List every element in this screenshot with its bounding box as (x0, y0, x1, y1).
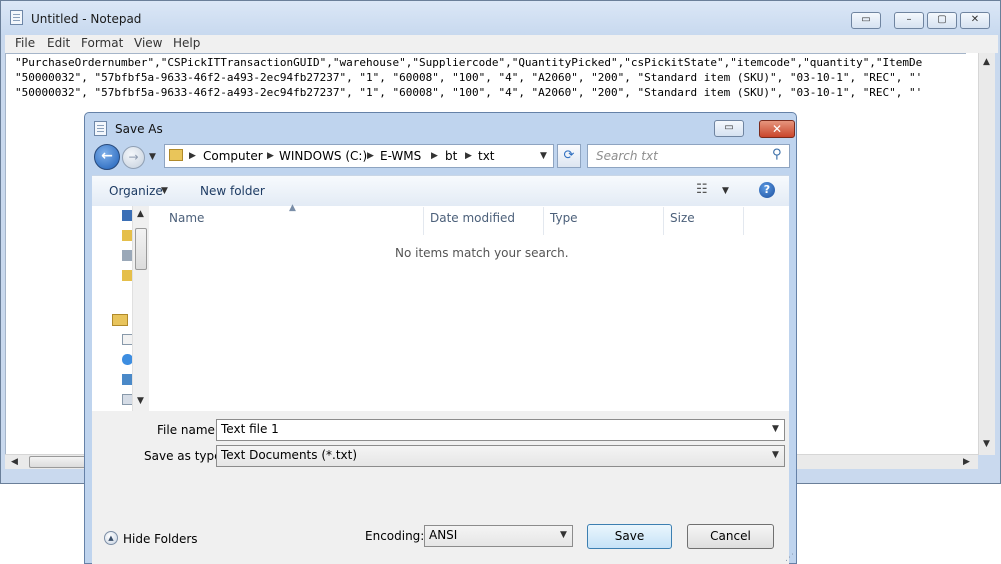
breadcrumb-e-wms[interactable]: E-WMS (380, 149, 421, 163)
resize-grip-icon[interactable]: ⋰ (785, 553, 794, 563)
empty-message: No items match your search. (395, 246, 569, 260)
view-dropdown-icon[interactable]: ▼ (722, 186, 729, 196)
menu-view[interactable]: View (134, 35, 162, 51)
dialog-close-button[interactable]: ✕ (759, 120, 795, 138)
menu-edit[interactable]: Edit (47, 35, 70, 51)
menu-format[interactable]: Format (81, 35, 123, 51)
search-icon[interactable]: ⚲ (772, 147, 782, 162)
address-dropdown-icon[interactable]: ▼ (540, 151, 547, 161)
chevron-right-icon[interactable]: ▶ (367, 151, 374, 161)
chevron-right-icon[interactable]: ▶ (465, 151, 472, 161)
new-folder-button[interactable]: New folder (200, 184, 265, 198)
search-placeholder: Search txt (596, 149, 658, 163)
breadcrumb-windows-c[interactable]: WINDOWS (C:) (279, 149, 367, 163)
vertical-scrollbar[interactable]: ▲ ▼ (978, 53, 995, 455)
cancel-button[interactable]: Cancel (687, 524, 774, 549)
chevron-right-icon[interactable]: ▶ (431, 151, 438, 161)
nav-scrollbar[interactable]: ▲ ▼ (132, 206, 149, 411)
chevron-right-icon[interactable]: ▶ (267, 151, 274, 161)
file-name-label: File name: (157, 423, 219, 437)
scroll-up-icon[interactable]: ▲ (137, 209, 144, 219)
save-as-type-select[interactable]: Text Documents (*.txt) ▼ (216, 445, 785, 467)
file-name-value: Text file 1 (221, 422, 279, 436)
breadcrumb-bt[interactable]: bt (445, 149, 457, 163)
encoding-value: ANSI (429, 528, 458, 542)
maximize-button[interactable]: ▢ (927, 12, 957, 29)
notepad-title: Untitled - Notepad (31, 12, 142, 26)
scroll-right-icon[interactable]: ▶ (963, 457, 970, 467)
save-as-dialog: Save As ▭ ✕ ← → ▼ ▶ Computer ▶ WINDOWS (… (84, 112, 797, 564)
chevron-right-icon[interactable]: ▶ (189, 151, 196, 161)
text-line: "50000032", "57bfbf5a-9633-46f2-a493-2ec… (15, 71, 923, 84)
search-input[interactable]: Search txt ⚲ (587, 144, 790, 168)
organize-button[interactable]: Organize (109, 184, 163, 198)
text-line: "PurchaseOrdernumber","CSPickITTransacti… (15, 56, 923, 69)
restore-tab-icon[interactable]: ▭ (714, 120, 744, 137)
column-type[interactable]: Type (550, 211, 578, 225)
encoding-dropdown-icon[interactable]: ▼ (560, 526, 567, 544)
dialog-title: Save As (115, 122, 163, 136)
dialog-titlebar[interactable]: Save As ▭ ✕ (85, 113, 796, 143)
forward-button[interactable]: → (122, 146, 145, 169)
help-icon[interactable]: ? (759, 182, 775, 198)
column-name[interactable]: Name (169, 211, 204, 225)
encoding-label: Encoding: (365, 529, 425, 543)
save-as-type-value: Text Documents (*.txt) (221, 448, 358, 462)
view-options-icon[interactable]: ☷ (696, 182, 708, 197)
save-as-type-dropdown-icon[interactable]: ▼ (772, 446, 779, 464)
command-bar: Organize ▼ New folder ☷ ▼ ? (92, 175, 789, 206)
restore-tab-icon[interactable]: ▭ (851, 12, 881, 29)
close-button[interactable]: ✕ (960, 12, 990, 29)
menu-help[interactable]: Help (173, 35, 200, 51)
libraries-icon[interactable] (112, 314, 128, 326)
hide-folders-icon[interactable]: ▲ (104, 531, 118, 545)
refresh-icon[interactable]: ⟳ (557, 144, 581, 168)
minimize-button[interactable]: – (894, 12, 924, 29)
save-button[interactable]: Save (587, 524, 672, 549)
scroll-up-icon[interactable]: ▲ (983, 57, 990, 67)
file-name-dropdown-icon[interactable]: ▼ (772, 420, 779, 438)
notepad-titlebar[interactable]: Untitled - Notepad ▭ – ▢ ✕ (1, 1, 1000, 35)
column-size[interactable]: Size (670, 211, 695, 225)
file-list[interactable] (92, 206, 789, 411)
recent-locations-icon[interactable]: ▼ (149, 152, 156, 162)
file-name-input[interactable]: Text file 1 ▼ (216, 419, 785, 441)
text-line: "50000032", "57bfbf5a-9633-46f2-a493-2ec… (15, 86, 923, 99)
hide-folders-button[interactable]: Hide Folders (123, 532, 198, 546)
menu-file[interactable]: File (15, 35, 35, 51)
scroll-left-icon[interactable]: ◀ (11, 457, 18, 467)
notepad-icon (94, 121, 107, 136)
notepad-icon (10, 10, 23, 25)
scroll-down-icon[interactable]: ▼ (137, 396, 144, 406)
address-bar[interactable]: ▶ Computer ▶ WINDOWS (C:) ▶ E-WMS ▶ bt ▶… (164, 144, 554, 168)
breadcrumb-computer[interactable]: Computer (203, 149, 263, 163)
organize-dropdown-icon[interactable]: ▼ (161, 186, 168, 196)
scroll-down-icon[interactable]: ▼ (983, 439, 990, 449)
column-date-modified[interactable]: Date modified (430, 211, 515, 225)
back-button[interactable]: ← (94, 144, 120, 170)
breadcrumb-txt[interactable]: txt (478, 149, 495, 163)
scroll-thumb[interactable] (135, 228, 147, 270)
encoding-select[interactable]: ANSI ▼ (424, 525, 573, 547)
save-as-type-label: Save as type: (144, 449, 226, 463)
folder-icon (169, 149, 183, 161)
sort-ascending-icon: ▲ (289, 203, 296, 213)
